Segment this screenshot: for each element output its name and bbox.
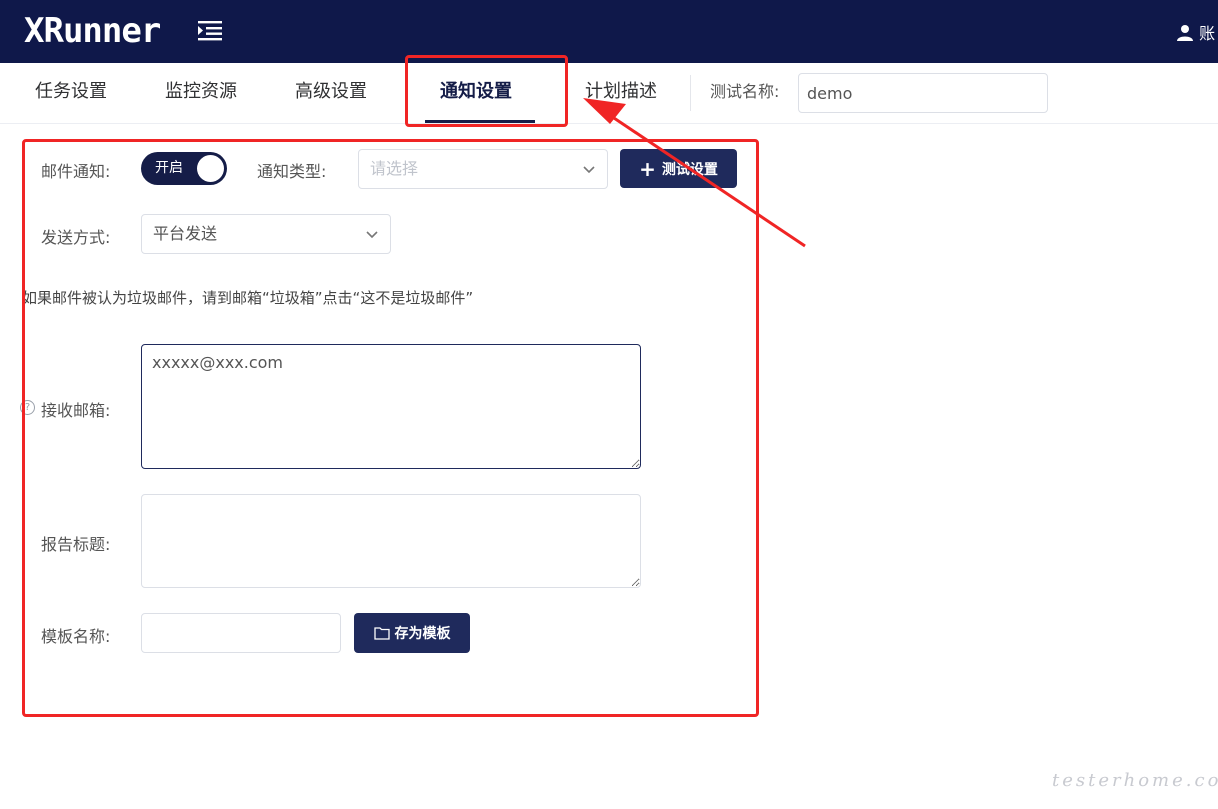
report-title-textarea[interactable]	[141, 494, 641, 588]
email-notify-switch[interactable]: 开启	[141, 152, 227, 185]
folder-icon	[373, 627, 390, 640]
send-method-value: 平台发送	[153, 224, 218, 243]
tab-advanced-settings[interactable]: 高级设置	[295, 63, 367, 123]
notify-type-label: 通知类型:	[257, 162, 327, 181]
template-name-input[interactable]	[141, 613, 341, 653]
notify-type-placeholder: 请选择	[370, 159, 419, 178]
test-name-label: 测试名称:	[710, 82, 780, 101]
settings-tabs: 任务设置 监控资源 高级设置 通知设置 计划描述 测试名称:	[0, 63, 1218, 124]
user-menu[interactable]: 账	[1176, 20, 1215, 44]
tab-notification-settings[interactable]: 通知设置	[440, 63, 512, 123]
chevron-down-icon	[366, 231, 378, 239]
chevron-down-icon	[583, 166, 595, 174]
receive-email-textarea[interactable]: xxxxx@xxx.com	[141, 344, 641, 469]
tab-task-settings[interactable]: 任务设置	[35, 63, 107, 123]
send-method-select[interactable]: 平台发送	[141, 214, 391, 254]
user-name: 账	[1199, 24, 1216, 43]
spam-hint-text: 如果邮件被认为垃圾邮件，请到邮箱“垃圾箱”点击“这不是垃圾邮件”	[22, 289, 474, 307]
top-navbar: XRunner 账	[0, 0, 1218, 63]
tabs-divider	[690, 75, 691, 111]
plus-icon: +	[639, 156, 656, 181]
user-icon	[1177, 25, 1193, 41]
app-logo[interactable]: XRunner	[24, 12, 161, 50]
receive-email-label: 接收邮箱:	[41, 401, 111, 420]
help-icon[interactable]: ?	[20, 400, 35, 415]
menu-toggle-icon[interactable]	[197, 18, 223, 44]
test-settings-label: 测试设置	[661, 161, 718, 178]
template-name-label: 模板名称:	[41, 627, 111, 646]
test-name-input[interactable]	[798, 73, 1048, 113]
watermark-text: testerhome.com	[1052, 770, 1218, 791]
save-template-button[interactable]: 存为模板	[354, 613, 470, 653]
active-tab-indicator	[425, 120, 535, 123]
notify-type-select[interactable]: 请选择	[358, 149, 608, 189]
tab-plan-description[interactable]: 计划描述	[585, 63, 657, 123]
report-title-label: 报告标题:	[41, 535, 111, 554]
switch-on-text: 开启	[155, 160, 183, 176]
tab-monitor-resources[interactable]: 监控资源	[165, 63, 237, 123]
send-method-label: 发送方式:	[41, 228, 111, 247]
save-template-label: 存为模板	[394, 626, 451, 642]
test-settings-button[interactable]: + 测试设置	[620, 149, 737, 188]
email-notify-label: 邮件通知:	[41, 162, 111, 181]
switch-knob	[197, 155, 224, 182]
